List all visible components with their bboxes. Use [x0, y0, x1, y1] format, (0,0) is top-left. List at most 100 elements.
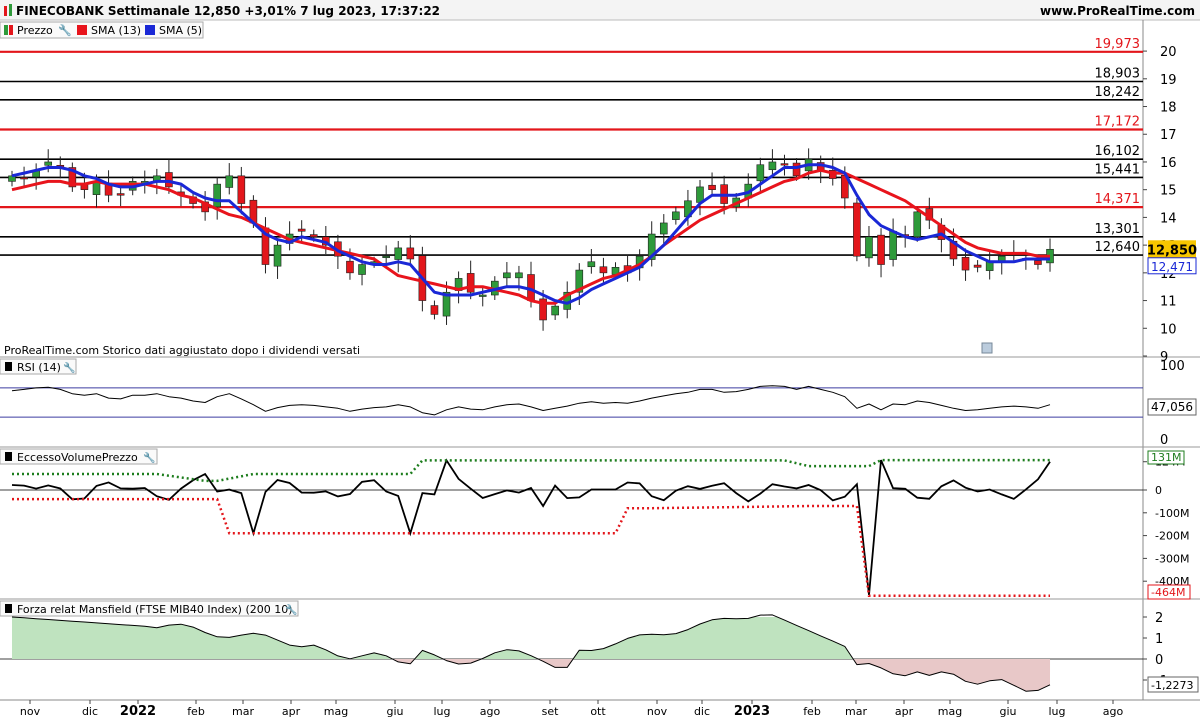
price-tick-label: 16	[1160, 156, 1177, 171]
candle	[394, 247, 403, 260]
price-tick-label: 17	[1160, 128, 1177, 143]
evp-tick-label: -300M	[1155, 552, 1189, 565]
sma5-legend-swatch	[145, 25, 155, 35]
evp-tick-label: -100M	[1155, 507, 1189, 520]
price-tick-label: 18	[1160, 101, 1177, 116]
candle	[478, 294, 487, 297]
time-tick-label: feb	[803, 705, 821, 718]
evp-tick-label: 0	[1155, 484, 1162, 497]
time-tick-label: mag	[938, 705, 962, 718]
candle	[44, 161, 53, 166]
candle	[358, 264, 366, 275]
time-tick-label: 2022	[120, 704, 156, 719]
time-tick-label: apr	[895, 705, 914, 718]
mansfield-tick-label: 0	[1155, 653, 1163, 668]
time-tick-label: ago	[1103, 705, 1124, 718]
candle	[213, 183, 221, 208]
last-price-label: 12,850	[1147, 243, 1197, 258]
time-tick-label: mar	[232, 705, 254, 718]
candle	[225, 175, 234, 188]
candle	[551, 305, 559, 316]
legend-sma13: SMA (13)	[91, 24, 141, 37]
price-tick-label: 10	[1160, 322, 1177, 337]
evp-title: EccessoVolumePrezzo	[17, 451, 138, 464]
sma13-legend-swatch	[77, 25, 87, 35]
time-tick-label: mag	[324, 705, 348, 718]
candle	[382, 255, 390, 259]
level-label: 12,640	[1095, 240, 1141, 255]
time-tick-label: set	[542, 705, 559, 718]
time-tick-label: lug	[433, 705, 450, 718]
wrench-icon: 🔧	[63, 361, 75, 374]
level-label: 13,301	[1095, 222, 1141, 237]
rsi-tick-label: 100	[1160, 359, 1185, 374]
wrench-icon: 🔧	[143, 451, 155, 464]
candle	[865, 236, 873, 259]
rsi-last-label: 47,056	[1151, 400, 1193, 414]
time-tick-label: feb	[187, 705, 205, 718]
candle	[466, 273, 475, 293]
time-tick-label: ott	[590, 705, 606, 718]
candle	[961, 257, 970, 271]
chart-title: FINECOBANK Settimanale 12,850 +3,01% 7 l…	[16, 4, 440, 18]
candle	[515, 272, 523, 279]
candle	[672, 211, 680, 220]
rsi-tick-label: 0	[1160, 433, 1168, 448]
candle	[659, 222, 668, 235]
mansfield-tick-label: 2	[1155, 611, 1163, 626]
time-tick-label: lug	[1048, 705, 1065, 718]
candle	[20, 177, 28, 180]
price-tick-label: 20	[1160, 45, 1177, 60]
price-tick-label: 11	[1160, 295, 1177, 310]
wrench-icon: 🔧	[58, 23, 72, 37]
wrench-icon: 🔧	[285, 603, 297, 616]
candle	[587, 261, 596, 268]
evp-legend-swatch	[5, 452, 12, 461]
level-label: 17,172	[1095, 114, 1141, 129]
candle	[406, 247, 415, 260]
evp-tick-label: -200M	[1155, 530, 1189, 543]
logo-icon	[9, 4, 12, 16]
level-label: 18,242	[1095, 85, 1141, 100]
level-label: 14,371	[1095, 192, 1141, 207]
candle	[599, 266, 608, 274]
candle	[756, 164, 765, 182]
candle	[913, 211, 922, 238]
candle	[237, 175, 246, 204]
sma5-last-label: 12,471	[1151, 260, 1193, 274]
candle	[889, 230, 897, 260]
footnote: ProRealTime.com Storico dati aggiustato …	[4, 344, 360, 357]
time-tick-label: giu	[999, 705, 1016, 718]
price-legend-icon	[4, 25, 8, 35]
time-tick-label: dic	[82, 705, 98, 718]
level-label: 18,903	[1095, 66, 1141, 81]
mansfield-title: Forza relat Mansfield (FTSE MIB40 Index)…	[17, 603, 293, 616]
candle	[430, 305, 439, 315]
time-tick-label: nov	[647, 705, 668, 718]
candle	[309, 234, 318, 238]
candle	[780, 163, 789, 166]
candle	[503, 272, 511, 279]
candle	[853, 202, 861, 257]
candle	[165, 172, 173, 188]
rsi-title: RSI (14)	[17, 361, 61, 374]
price-tick-label: 15	[1160, 184, 1177, 199]
rsi-legend-swatch	[5, 362, 12, 371]
legend-sma5: SMA (5)	[159, 24, 202, 37]
candle	[116, 193, 125, 196]
price-legend-icon	[9, 25, 13, 35]
level-label: 16,102	[1095, 144, 1141, 159]
chart-canvas: FINECOBANK Settimanale 12,850 +3,01% 7 l…	[0, 0, 1200, 720]
time-tick-label: 2023	[734, 704, 770, 719]
time-tick-label: mar	[845, 705, 867, 718]
mansfield-tick-label: 1	[1155, 632, 1163, 647]
time-tick-label: ago	[480, 705, 501, 718]
time-tick-label: nov	[20, 705, 41, 718]
level-label: 19,973	[1095, 37, 1141, 52]
logo-icon	[4, 6, 7, 16]
site-url: www.ProRealTime.com	[1040, 4, 1195, 18]
candle	[273, 244, 282, 267]
candle	[708, 184, 716, 190]
mansfield-legend-swatch	[5, 604, 12, 613]
candle	[973, 264, 982, 268]
